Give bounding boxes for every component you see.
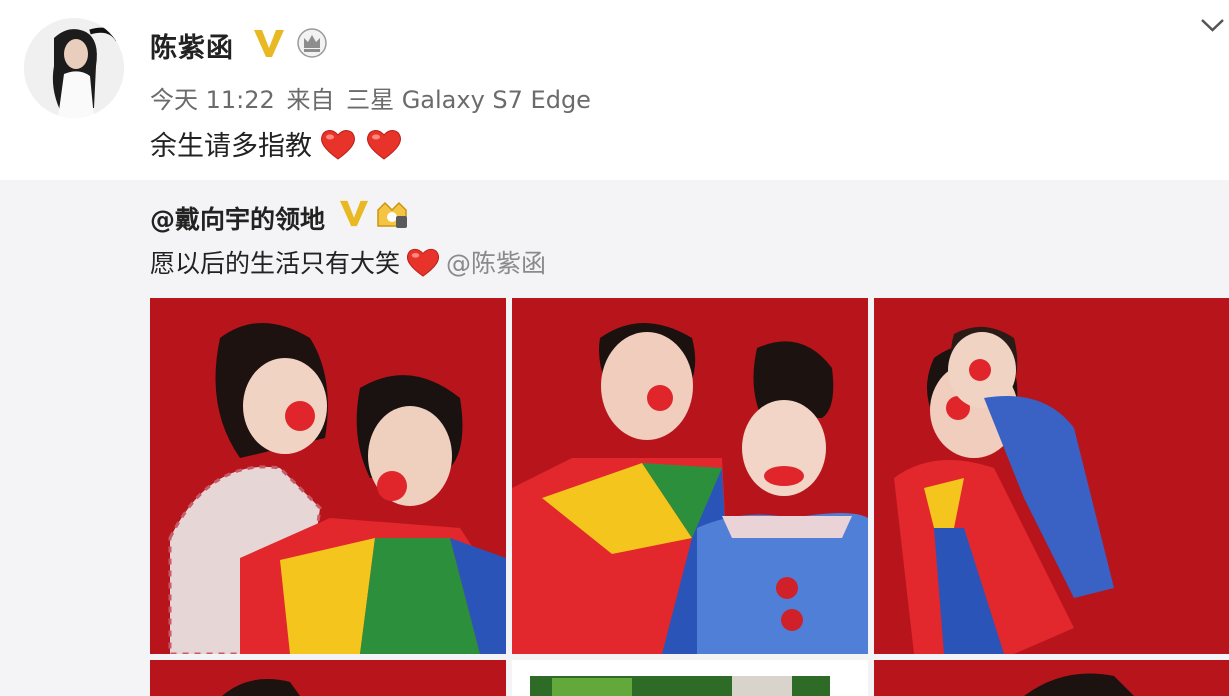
photo-thumbnail[interactable]: [874, 298, 1229, 654]
post-source-device[interactable]: 三星 Galaxy S7 Edge: [346, 86, 591, 114]
photo-thumbnail[interactable]: [150, 660, 506, 696]
post-meta: 今天 11:22 来自 三星 Galaxy S7 Edge: [150, 80, 595, 115]
post-source-prefix: 来自: [286, 86, 335, 114]
member-badge-icon[interactable]: [374, 198, 410, 230]
avatar[interactable]: [24, 18, 124, 118]
repost-text-body: 愿以后的生活只有大笑: [150, 249, 401, 278]
heart-emoji-icon: [367, 129, 401, 160]
photo-thumbnail[interactable]: [512, 660, 868, 696]
verified-v-icon: [339, 200, 369, 227]
post-header: 陈紫函 今天 11:22 来自 三星 Galaxy S7 Edge 余生请多指教: [0, 0, 1229, 180]
post-author-name[interactable]: 陈紫函: [150, 26, 234, 65]
post-text: 余生请多指教: [150, 124, 404, 163]
repost-author-name[interactable]: @戴向宇的领地: [150, 200, 325, 236]
avatar-image: [24, 18, 124, 118]
mention-link[interactable]: @陈紫函: [446, 244, 546, 280]
chevron-down-icon[interactable]: [1196, 10, 1229, 38]
post-text-body: 余生请多指教: [150, 131, 312, 162]
crown-badge-icon[interactable]: [296, 27, 328, 59]
photo-thumbnail[interactable]: [874, 660, 1229, 696]
photo-thumbnail[interactable]: [150, 298, 506, 654]
heart-emoji-icon: [321, 129, 355, 160]
heart-emoji-icon: [406, 248, 440, 277]
post-time: 今天 11:22: [150, 86, 275, 114]
repost-text: 愿以后的生活只有大笑 @陈紫函: [150, 244, 546, 280]
photo-thumbnail[interactable]: [512, 298, 868, 654]
verified-v-icon: [254, 30, 284, 57]
